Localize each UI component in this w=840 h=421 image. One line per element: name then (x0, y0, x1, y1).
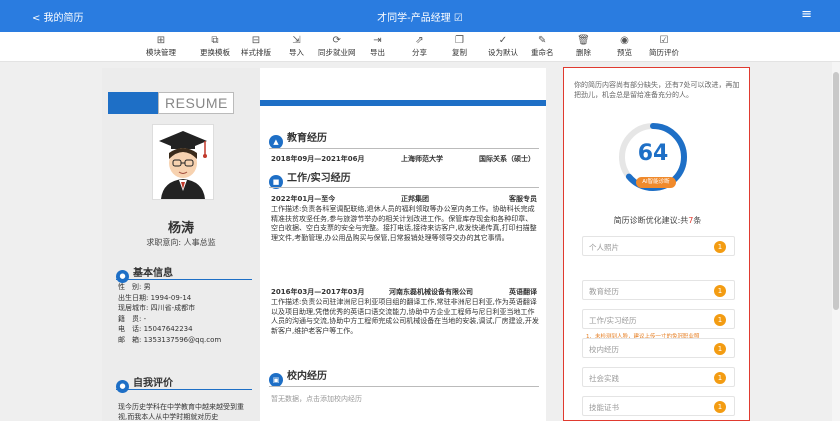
work-description: 工作描述:负责公司驻津洲尼日利亚项目组的翻译工作,常驻非洲尼日利亚,作为英语翻译… (271, 298, 539, 335)
share-button[interactable]: ⇗ 分享 (412, 34, 427, 58)
score-value: 64 (637, 141, 669, 166)
top-bar: < 我的简历 才同学-产品经理 ☑ ≡ (0, 0, 840, 32)
info-phone: 电 话: 15047642234 (118, 325, 193, 333)
divider (116, 279, 252, 280)
sync-button[interactable]: ⟳ 同步就业网 (318, 34, 356, 58)
basic-info-heading: ● 基本信息 (116, 264, 173, 283)
count-badge: 1 (714, 314, 726, 326)
diagnosis-tip: 你的简历内容尚有部分缺失，还有7处可以改进，再加把劲儿，机会总是留给准备充分的人… (574, 81, 740, 99)
copy-button[interactable]: ❐ 复制 (452, 34, 467, 58)
divider (269, 187, 539, 188)
duplicate-icon: ❐ (455, 35, 464, 46)
divider (269, 386, 539, 387)
self-evaluation-heading: ● 自我评价 (116, 374, 173, 393)
copy-icon: ⧉ (211, 35, 219, 46)
suggestion-social-practice[interactable]: 社会实践 1 (582, 367, 735, 387)
info-gender: 性 别: 男 (118, 283, 151, 291)
suggestion-photo[interactable]: 个人照片 1 (582, 236, 735, 256)
resume-document: RESUME 杨涛 求职意向: 人事总监 ● 基本信息 性 别: 男 出生日期: … (102, 68, 546, 421)
self-evaluation-text: 现今历史学科在中学教育中越来越受到重视,而我本人从中学时期就对历史 (118, 403, 244, 421)
page-scrollbar[interactable] (832, 62, 840, 421)
info-city: 现居城市: 四川省-成都市 (118, 304, 196, 312)
resume-diagnosis-panel: 你的简历内容尚有部分缺失，还有7处可以改进，再加把劲儿，机会总是留给准备充分的人… (563, 67, 750, 421)
work-entry-header[interactable]: 2016年03月—2017年03月 河南东磊机械设备有限公司 英语翻译 (271, 287, 537, 297)
trash-icon: 🗑 (577, 35, 590, 46)
work-description: 工作描述:负责各科室调配联络,退休人员的福利领取等办公室内务工作。协助科长完成精… (271, 205, 537, 242)
module-manage-button[interactable]: ⊞ 模块管理 (146, 34, 176, 58)
layout-icon: ⊟ (251, 35, 261, 46)
change-template-button[interactable]: ⧉ 更换模板 (200, 34, 230, 58)
import-button[interactable]: ⇲ 导入 (289, 34, 304, 58)
check-icon: ✓ (498, 35, 508, 46)
resume-header: RESUME (158, 92, 234, 114)
scrollbar-thumb[interactable] (833, 72, 839, 310)
campus-heading: ▣ 校内经历 (269, 367, 327, 387)
set-default-button[interactable]: ✓ 设为默认 (488, 34, 518, 58)
count-badge: 1 (714, 372, 726, 384)
ai-diagnosis-badge: AI智能诊断 (636, 177, 676, 188)
advice-summary: 简历诊断优化建议:共7条 (613, 216, 702, 225)
count-badge: 1 (714, 285, 726, 297)
campus-empty-hint[interactable]: 暂无数据，点击添加校内经历 (271, 394, 362, 404)
eye-icon: ◉ (620, 35, 629, 46)
graduate-avatar-icon (159, 131, 207, 199)
count-badge: 1 (714, 343, 726, 355)
suggestion-skills[interactable]: 技能证书 1 (582, 396, 735, 416)
resume-header-line (260, 100, 546, 106)
rename-button[interactable]: ✎ 重命名 (531, 34, 554, 58)
share-icon: ⇗ (415, 35, 424, 46)
grid-icon: ⊞ (156, 35, 166, 46)
education-heading: ▲ 教育经历 (269, 129, 327, 149)
export-icon: ⇥ (373, 35, 382, 46)
graduation-cap-icon: ▲ (269, 135, 283, 149)
import-icon: ⇲ (292, 35, 301, 46)
info-hometown: 籍 贯: - (118, 314, 147, 323)
job-intent: 求职意向: 人事总监 (146, 238, 216, 247)
suggestion-work[interactable]: 工作/实习经历 1 (582, 309, 735, 329)
resume-title[interactable]: 才同学-产品经理 ☑ (0, 9, 840, 24)
work-heading: ■ 工作/实习经历 (269, 169, 351, 189)
menu-icon[interactable]: ≡ (801, 7, 812, 22)
divider (269, 148, 539, 149)
info-email: 邮 箱: 1353137596@qq.com (118, 335, 222, 344)
divider (116, 389, 252, 390)
work-entry-header[interactable]: 2022年01月—至今 正邦集团 客服专员 (271, 194, 537, 204)
person-icon: ● (116, 380, 129, 393)
count-badge: 1 (714, 241, 726, 253)
delete-button[interactable]: 🗑 删除 (576, 34, 591, 58)
avatar[interactable] (152, 124, 214, 200)
book-icon: ▣ (269, 373, 283, 387)
count-badge: 1 (714, 401, 726, 413)
education-entry[interactable]: 2018年09月—2021年06月 上海师范大学 国际关系（硕士） (271, 154, 537, 164)
sync-icon: ⟳ (332, 35, 341, 46)
info-birthdate: 出生日期: 1994-09-14 (118, 293, 192, 302)
basic-info-list: 性 别: 男 出生日期: 1994-09-14 现居城市: 四川省-成都市 籍 … (118, 282, 221, 345)
candidate-name: 杨涛 (167, 221, 194, 236)
suggestion-campus[interactable]: 校内经历 1 (582, 338, 735, 358)
resume-review-button[interactable]: ☑ 简历评价 (649, 34, 679, 58)
toolbar: ⊞ 模块管理 ⧉ 更换模板 ⊟ 样式排版 ⇲ 导入 ⟳ 同步就业网 ⇥ 导出 ⇗ 分享 ❐ 复制… (0, 32, 840, 62)
suggestion-education[interactable]: 教育经历 1 (582, 280, 735, 300)
layout-style-button[interactable]: ⊟ 样式排版 (241, 34, 271, 58)
review-icon: ☑ (659, 35, 669, 46)
export-button[interactable]: ⇥ 导出 (370, 34, 385, 58)
preview-button[interactable]: ◉ 预览 (617, 34, 632, 58)
edit-icon: ✎ (538, 35, 547, 46)
